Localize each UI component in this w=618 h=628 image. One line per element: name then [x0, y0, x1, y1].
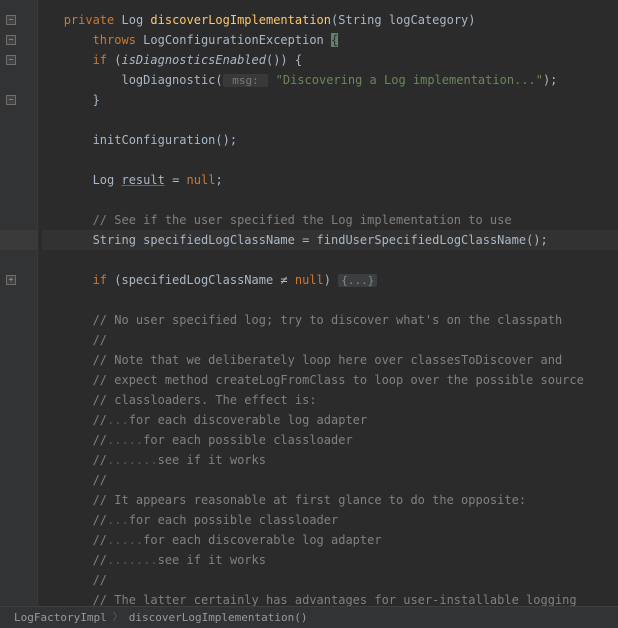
code-line[interactable]: // See if the user specified the Log imp… — [42, 210, 618, 230]
code-line[interactable]: //...for each possible classloader — [42, 510, 618, 530]
code-line[interactable]: // — [42, 330, 618, 350]
code-line[interactable]: // — [42, 470, 618, 490]
code-line[interactable]: // — [42, 570, 618, 590]
code-line[interactable]: // expect method createLogFromClass to l… — [42, 370, 618, 390]
code-line[interactable]: //.......see if it works — [42, 450, 618, 470]
code-line[interactable]: //.....for each discoverable log adapter — [42, 530, 618, 550]
fold-icon[interactable]: − — [6, 35, 16, 45]
fold-icon[interactable]: − — [6, 95, 16, 105]
param-hint: msg: — [223, 74, 269, 87]
code-line[interactable]: // classloaders. The effect is: — [42, 390, 618, 410]
code-line[interactable] — [42, 150, 618, 170]
code-line[interactable]: initConfiguration(); — [42, 130, 618, 150]
cursor: { — [331, 33, 338, 47]
code-line[interactable]: //...for each discoverable log adapter — [42, 410, 618, 430]
fold-icon[interactable]: + — [6, 275, 16, 285]
code-editor[interactable]: − − − − + private Log discoverLogImpleme… — [0, 0, 618, 606]
gutter: − − − − + — [0, 0, 38, 606]
breadcrumb: LogFactoryImpl 〉 discoverLogImplementati… — [0, 606, 618, 628]
code-line[interactable] — [42, 110, 618, 130]
code-line[interactable]: if (isDiagnosticsEnabled()) { — [42, 50, 618, 70]
code-line[interactable] — [42, 250, 618, 270]
code-line[interactable]: //.....for each possible classloader — [42, 430, 618, 450]
code-fold[interactable]: {...} — [338, 274, 377, 287]
code-line-highlighted[interactable]: String specifiedLogClassName = findUserS… — [42, 230, 618, 250]
breadcrumb-method[interactable]: discoverLogImplementation() — [129, 608, 308, 628]
code-line[interactable] — [42, 290, 618, 310]
code-line[interactable]: //.......see if it works — [42, 550, 618, 570]
code-line[interactable]: // Note that we deliberately loop here o… — [42, 350, 618, 370]
code-line[interactable]: } — [42, 90, 618, 110]
chevron-right-icon: 〉 — [107, 608, 129, 628]
code-line[interactable]: Log result = null; — [42, 170, 618, 190]
code-line[interactable]: private Log discoverLogImplementation(St… — [42, 0, 618, 30]
code-line[interactable]: throws LogConfigurationException { — [42, 30, 618, 50]
code-area[interactable]: private Log discoverLogImplementation(St… — [38, 0, 618, 606]
code-line[interactable]: // The latter certainly has advantages f… — [42, 590, 618, 606]
fold-icon[interactable]: − — [6, 55, 16, 65]
code-line[interactable]: // No user specified log; try to discove… — [42, 310, 618, 330]
code-line[interactable] — [42, 190, 618, 210]
fold-icon[interactable]: − — [6, 15, 16, 25]
code-line[interactable]: if (specifiedLogClassName ≠ null) {...} — [42, 270, 618, 290]
code-line[interactable]: // It appears reasonable at first glance… — [42, 490, 618, 510]
breadcrumb-class[interactable]: LogFactoryImpl — [14, 608, 107, 628]
code-line[interactable]: logDiagnostic( msg: "Discovering a Log i… — [42, 70, 618, 90]
